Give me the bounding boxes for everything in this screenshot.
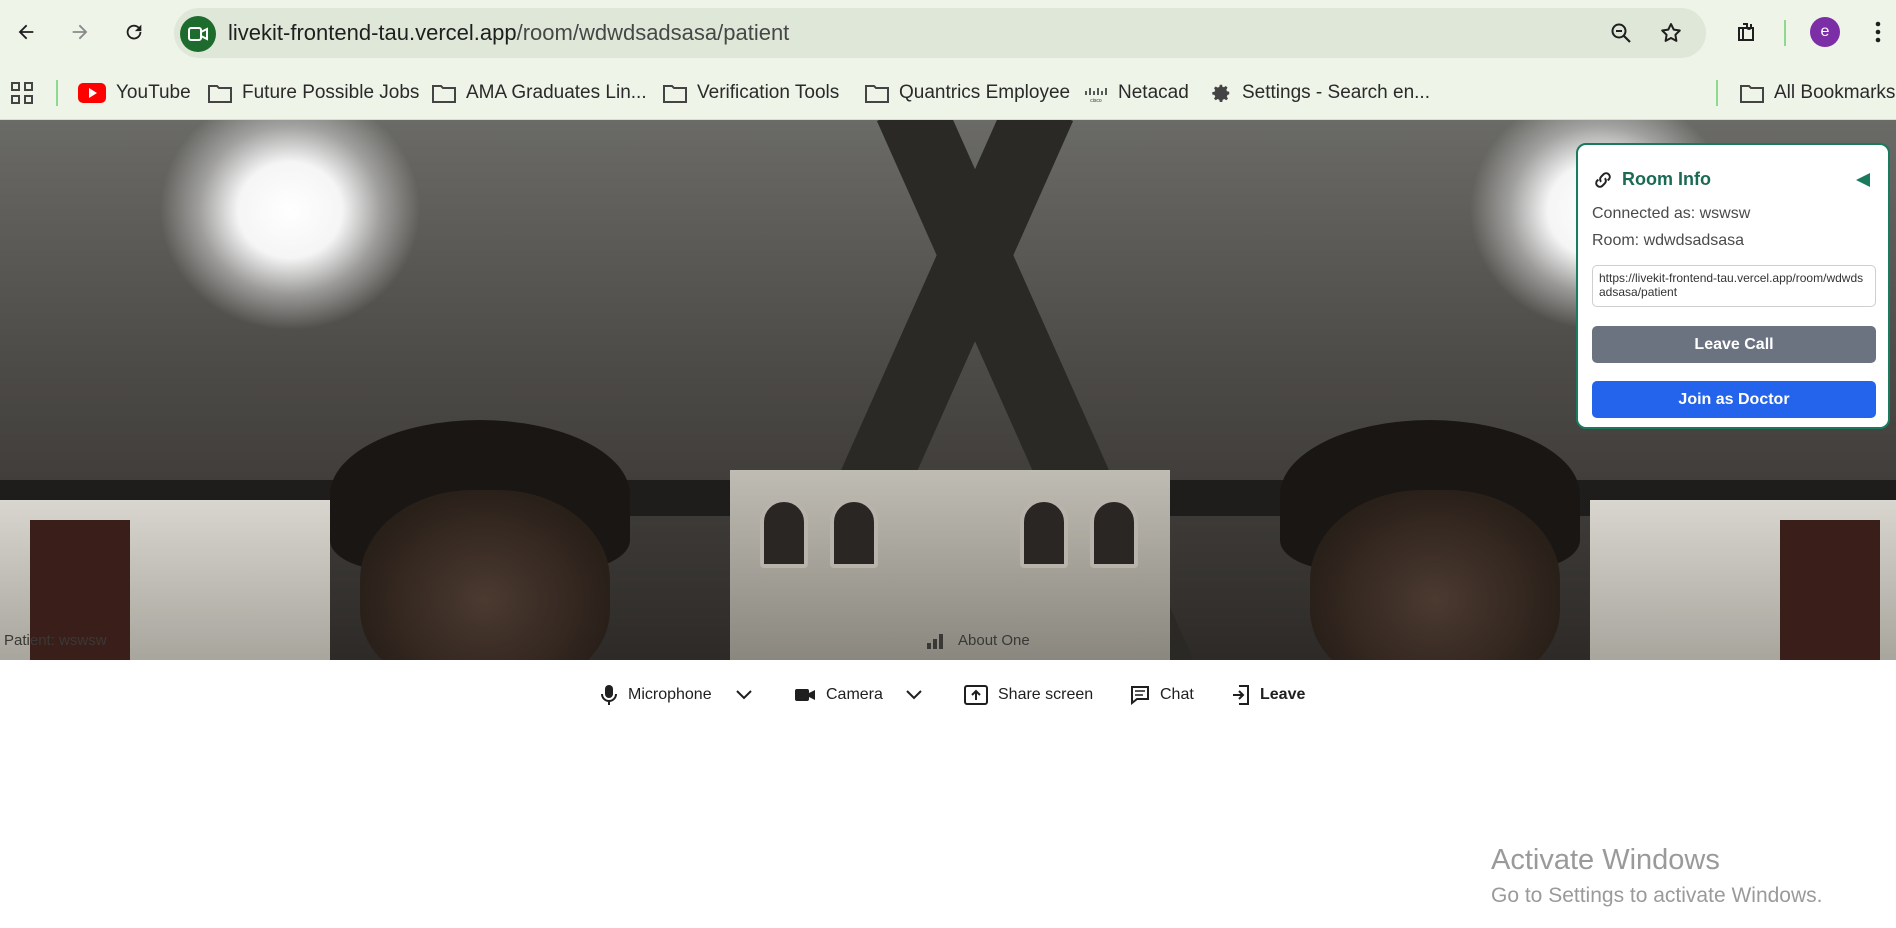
bookmark-ama-graduates[interactable]: AMA Graduates Lin...: [432, 78, 647, 108]
extensions-icon[interactable]: [1728, 14, 1764, 50]
camera-options-dropdown[interactable]: [906, 678, 922, 712]
chat-label: Chat: [1160, 686, 1194, 703]
bookmark-settings[interactable]: Settings - Search en...: [1210, 78, 1430, 108]
microphone-label: Microphone: [628, 686, 712, 703]
folder-icon: [663, 85, 687, 103]
camera-label: Camera: [826, 686, 883, 703]
leave-label: Leave: [1260, 686, 1306, 703]
zoom-icon[interactable]: [1608, 20, 1634, 46]
bookmarks-separator: [1716, 80, 1718, 106]
reload-button[interactable]: [116, 14, 152, 50]
participant-name-label: Patient: wswsw: [4, 632, 107, 649]
microphone-options-dropdown[interactable]: [736, 678, 752, 712]
site-info-icon[interactable]: [180, 16, 216, 52]
forward-button[interactable]: [62, 14, 98, 50]
microphone-button[interactable]: Microphone: [600, 678, 712, 712]
back-arrow-icon: [18, 24, 34, 40]
window-shape: [1020, 498, 1068, 568]
activate-windows-title: Activate Windows: [1491, 844, 1720, 876]
activate-windows-subtitle: Go to Settings to activate Windows.: [1491, 884, 1823, 907]
browser-menu-icon[interactable]: [1860, 14, 1896, 50]
chevron-down-icon: [906, 690, 922, 700]
camera-icon: [795, 689, 815, 701]
leave-button[interactable]: Leave: [1232, 678, 1305, 712]
window-shape: [760, 498, 808, 568]
gear-icon: [1212, 84, 1230, 102]
all-bookmarks-label: All Bookmarks: [1774, 82, 1896, 103]
chat-icon: [1131, 686, 1149, 705]
share-screen-label: Share screen: [998, 686, 1094, 703]
browser-toolbar: livekit-frontend-tau.vercel.app/room/wdw…: [0, 0, 1896, 66]
microphone-icon: [601, 685, 617, 705]
bookmark-verification-tools[interactable]: Verification Tools: [663, 78, 839, 108]
toolbar-separator: [1784, 20, 1786, 46]
bookmarks-bar: YouTube Future Possible Jobs AMA Graduat…: [0, 66, 1896, 120]
share-url-field[interactable]: https://livekit-frontend-tau.vercel.app/…: [1592, 265, 1876, 307]
url-host: livekit-frontend-tau.vercel.app: [228, 20, 517, 45]
track-label: About One: [958, 632, 1030, 649]
room-info-panel: Room Info Connected as: wswsw Room: wdwd…: [1576, 143, 1890, 429]
link-icon: [1592, 169, 1614, 196]
bookmark-future-possible-jobs[interactable]: Future Possible Jobs: [208, 78, 419, 108]
share-screen-button[interactable]: Share screen: [964, 678, 1093, 712]
bookmark-label: Future Possible Jobs: [242, 82, 420, 103]
room-info-title: Room Info: [1622, 169, 1711, 189]
bookmark-star-icon[interactable]: [1658, 20, 1684, 46]
connected-as-text: Connected as: wswsw: [1592, 205, 1751, 222]
bookmark-quantrics-employee[interactable]: Quantrics Employee: [865, 78, 1070, 108]
connection-quality: About One: [926, 632, 1030, 649]
chat-button[interactable]: Chat: [1130, 678, 1194, 712]
bookmark-label: Quantrics Employee: [899, 82, 1071, 103]
all-bookmarks-button[interactable]: All Bookmarks: [1740, 78, 1895, 108]
person-face: [360, 490, 610, 660]
url-path: /room/wdwdsadsasa/patient: [516, 20, 790, 45]
camera-button[interactable]: Camera: [794, 678, 883, 712]
back-button[interactable]: [8, 14, 44, 50]
profile-avatar[interactable]: e: [1810, 17, 1840, 47]
bookmark-label: AMA Graduates Lin...: [466, 82, 647, 103]
door-right: [1780, 520, 1880, 660]
share-screen-icon: [964, 685, 988, 705]
join-as-doctor-button[interactable]: Join as Doctor: [1592, 381, 1876, 418]
forward-arrow-icon: [72, 24, 88, 40]
youtube-icon: [78, 83, 106, 103]
collapse-panel-icon[interactable]: [1854, 171, 1872, 194]
folder-icon: [208, 85, 232, 103]
bookmark-label: Settings - Search en...: [1242, 82, 1430, 103]
leave-call-button[interactable]: Leave Call: [1592, 326, 1876, 363]
bookmark-youtube[interactable]: YouTube: [78, 78, 191, 108]
cisco-icon: cisco: [1085, 88, 1107, 103]
bookmark-label: Verification Tools: [697, 82, 840, 103]
bookmarks-separator: [56, 80, 58, 106]
window-shape: [1090, 498, 1138, 568]
apps-grid-icon[interactable]: [10, 78, 34, 108]
folder-icon: [1740, 85, 1764, 103]
bookmark-label: YouTube: [116, 82, 191, 103]
bookmark-label: Netacad: [1118, 82, 1189, 103]
reload-icon: [126, 24, 142, 40]
person-face: [1310, 490, 1560, 660]
url-text: livekit-frontend-tau.vercel.app/room/wdw…: [228, 20, 789, 46]
leave-icon: [1233, 685, 1249, 705]
signal-bars-icon: [927, 633, 943, 649]
control-bar: Microphone Camera Share screen Chat Leav…: [0, 660, 1896, 730]
window-shape: [830, 498, 878, 568]
chevron-down-icon: [736, 690, 752, 700]
room-name-text: Room: wdwdsadsasa: [1592, 232, 1745, 249]
svg-text:cisco: cisco: [1090, 98, 1102, 103]
folder-icon: [432, 85, 456, 103]
folder-icon: [865, 85, 889, 103]
address-bar[interactable]: livekit-frontend-tau.vercel.app/room/wdw…: [174, 8, 1706, 58]
bookmark-netacad[interactable]: cisco Netacad: [1084, 78, 1189, 108]
